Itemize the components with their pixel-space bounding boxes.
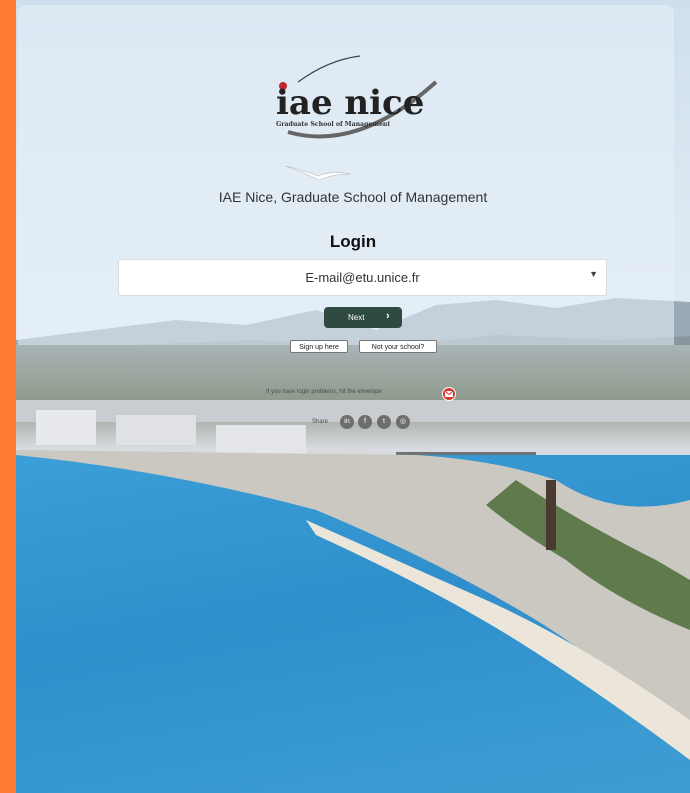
next-button[interactable]: Next › <box>324 307 402 328</box>
email-select-value: E-mail@etu.unice.fr <box>305 270 420 285</box>
linkedin-icon[interactable]: in <box>340 415 354 429</box>
signup-button[interactable]: Sign up here <box>290 340 348 353</box>
email-domain-select[interactable]: E-mail@etu.unice.fr ▼ <box>118 259 607 296</box>
envelope-icon[interactable] <box>442 387 456 401</box>
share-label: Share <box>312 419 329 425</box>
chevron-down-icon: ▼ <box>589 269 598 279</box>
seagull-icon <box>284 165 352 181</box>
login-title: Login <box>329 232 377 251</box>
share-icon[interactable]: ◎ <box>396 415 410 429</box>
next-button-label: Next <box>348 313 365 322</box>
chevron-right-icon: › <box>386 310 390 322</box>
orange-side-bar <box>0 0 16 793</box>
logo-text: iae nice <box>276 83 424 123</box>
login-help-text: If you have login problems, hit the enve… <box>266 389 382 395</box>
logo-tagline: Graduate School of Management <box>276 121 390 128</box>
iae-nice-logo: iae nice Graduate School of Management <box>276 55 438 139</box>
not-your-school-button[interactable]: Not your school? <box>359 340 437 353</box>
school-name: IAE Nice, Graduate School of Management <box>218 189 488 205</box>
twitter-icon[interactable]: t <box>377 415 391 429</box>
facebook-icon[interactable]: f <box>358 415 372 429</box>
